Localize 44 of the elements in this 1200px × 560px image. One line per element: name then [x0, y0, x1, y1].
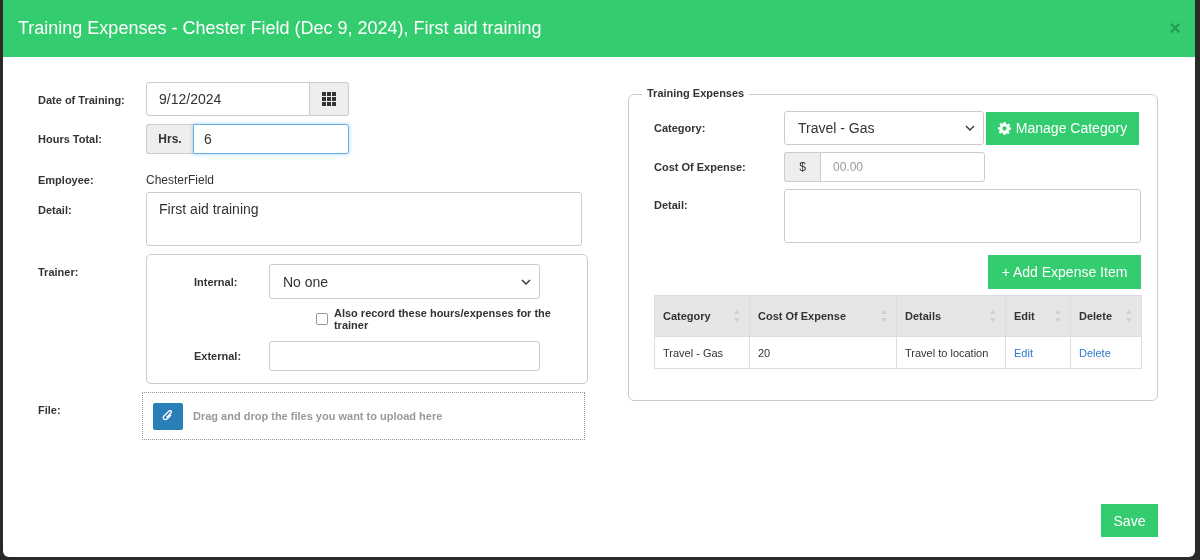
dropzone-hint: Drag and drop the files you want to upload here	[193, 410, 443, 422]
field-label: File:	[38, 403, 62, 418]
field-label: Detail:	[38, 203, 73, 218]
delete-link[interactable]: Delete	[1079, 346, 1111, 359]
column-header[interactable]: Category	[654, 295, 750, 337]
window-title: Training Expenses - Chester Field (Dec 9, 2024), First aid training	[18, 18, 542, 39]
table-cell: 20	[749, 336, 897, 369]
grid-icon	[322, 92, 336, 106]
column-header[interactable]: Edit	[1005, 295, 1071, 337]
date-field[interactable]: 9/12/2024	[146, 82, 310, 116]
edit-link[interactable]: Edit	[1014, 346, 1033, 359]
gear-icon	[997, 121, 1011, 135]
field-label: Internal:	[194, 275, 239, 288]
chevron-icon	[521, 278, 531, 285]
checkbox[interactable]	[316, 313, 328, 325]
field-label: Detail:	[654, 198, 689, 211]
cost-field[interactable]: 00.00	[820, 152, 985, 182]
employee-name: ChesterField	[146, 173, 215, 187]
field-label: Cost Of Expense:	[654, 161, 747, 173]
calendar-button[interactable]	[310, 82, 349, 116]
field-label: Trainer:	[38, 265, 80, 280]
hours-field[interactable]: 6	[193, 124, 349, 154]
column-header[interactable]: Delete	[1070, 295, 1142, 337]
attach-button[interactable]	[153, 402, 183, 430]
expense-detail-field[interactable]	[784, 189, 1141, 243]
field-label: External:	[194, 350, 243, 362]
table-cell: Travel to location	[896, 336, 1006, 369]
panel-legend: Training Expenses	[642, 87, 750, 99]
external-trainer-field[interactable]	[269, 341, 540, 371]
column-header[interactable]: Cost Of Expense	[749, 295, 897, 337]
field-label: Employee:	[38, 173, 95, 188]
field-label: Date of Training:	[38, 93, 126, 108]
trainer-dropdown[interactable]: No one	[269, 264, 540, 299]
category-dropdown[interactable]: Travel - Gas	[784, 111, 984, 145]
paperclip-icon	[162, 410, 174, 422]
column-header[interactable]: Details	[896, 295, 1006, 337]
detail-field[interactable]: First aid training	[146, 192, 582, 246]
chevron-icon	[965, 125, 975, 131]
table-cell: Travel - Gas	[654, 336, 750, 369]
checkbox-label: Also record these hours/expenses for the trainer	[333, 307, 552, 331]
field-label: Category:	[654, 122, 707, 134]
input-addon: Hrs.	[146, 124, 193, 154]
field-label: Hours Total:	[38, 132, 103, 147]
input-addon: $	[784, 152, 820, 182]
